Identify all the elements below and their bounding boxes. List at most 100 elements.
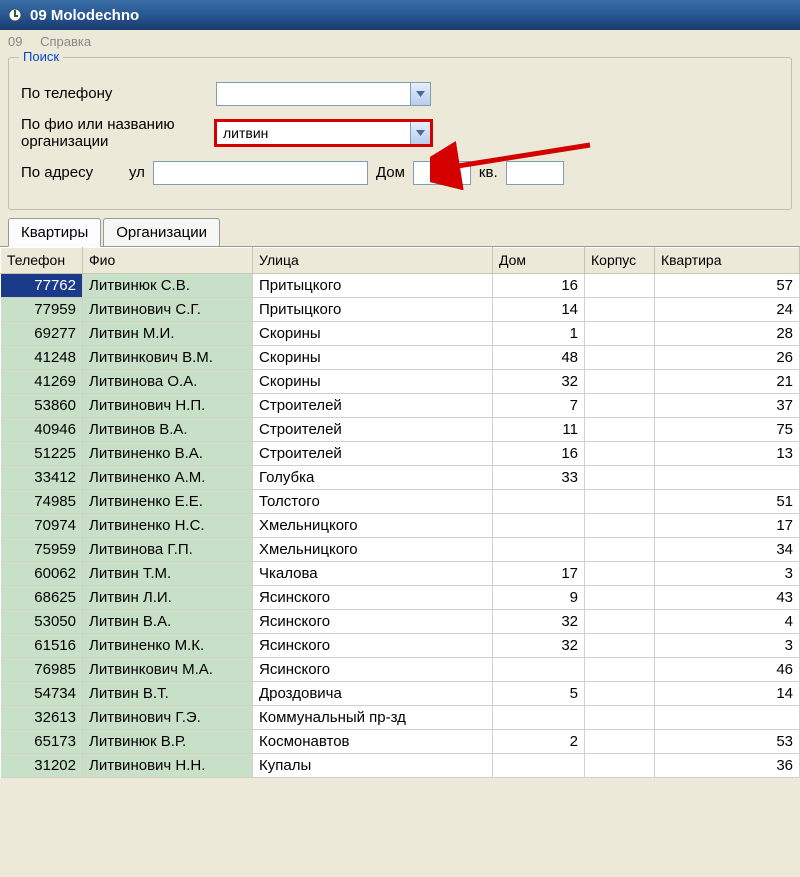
col-street[interactable]: Улица: [253, 247, 493, 273]
cell[interactable]: Литвинов В.А.: [83, 417, 253, 441]
cell[interactable]: [585, 297, 655, 321]
cell[interactable]: [585, 705, 655, 729]
table-row[interactable]: 77959Литвинович С.Г.Притыцкого1424: [1, 297, 800, 321]
table-row[interactable]: 33412Литвиненко А.М.Голубка33: [1, 465, 800, 489]
cell[interactable]: Ясинского: [253, 585, 493, 609]
cell[interactable]: 53860: [1, 393, 83, 417]
cell[interactable]: Литвиненко В.А.: [83, 441, 253, 465]
cell[interactable]: [585, 681, 655, 705]
cell[interactable]: 32613: [1, 705, 83, 729]
input-flat[interactable]: [506, 161, 564, 185]
cell[interactable]: Строителей: [253, 393, 493, 417]
cell[interactable]: [585, 369, 655, 393]
cell[interactable]: Дроздовича: [253, 681, 493, 705]
table-row[interactable]: 60062Литвин Т.М.Чкалова173: [1, 561, 800, 585]
cell[interactable]: 17: [655, 513, 800, 537]
cell[interactable]: [585, 561, 655, 585]
cell[interactable]: [585, 321, 655, 345]
cell[interactable]: [585, 729, 655, 753]
table-row[interactable]: 61516Литвиненко М.К.Ясинского323: [1, 633, 800, 657]
cell[interactable]: 13: [655, 441, 800, 465]
cell[interactable]: Чкалова: [253, 561, 493, 585]
cell[interactable]: 33: [493, 465, 585, 489]
cell[interactable]: [585, 513, 655, 537]
tab-organizations[interactable]: Организации: [103, 218, 220, 246]
cell[interactable]: Литвин М.И.: [83, 321, 253, 345]
cell[interactable]: Литвин В.Т.: [83, 681, 253, 705]
cell[interactable]: 32: [493, 609, 585, 633]
cell[interactable]: 21: [655, 369, 800, 393]
cell[interactable]: Литвиненко Е.Е.: [83, 489, 253, 513]
cell[interactable]: Литвинюк В.Р.: [83, 729, 253, 753]
cell[interactable]: 70974: [1, 513, 83, 537]
cell[interactable]: [585, 441, 655, 465]
table-row[interactable]: 69277Литвин М.И.Скорины128: [1, 321, 800, 345]
cell[interactable]: Литвинкович М.А.: [83, 657, 253, 681]
cell[interactable]: 31202: [1, 753, 83, 777]
cell[interactable]: 54734: [1, 681, 83, 705]
cell[interactable]: Литвиненко А.М.: [83, 465, 253, 489]
cell[interactable]: 32: [493, 633, 585, 657]
table-row[interactable]: 65173Литвинюк В.Р.Космонавтов253: [1, 729, 800, 753]
cell[interactable]: Притыцкого: [253, 273, 493, 297]
cell[interactable]: [585, 465, 655, 489]
table-row[interactable]: 54734Литвин В.Т.Дроздовича514: [1, 681, 800, 705]
cell[interactable]: 61516: [1, 633, 83, 657]
dropdown-phone-btn[interactable]: [410, 83, 430, 105]
cell[interactable]: 46: [655, 657, 800, 681]
cell[interactable]: [585, 489, 655, 513]
table-row[interactable]: 41248Литвинкович В.М.Скорины4826: [1, 345, 800, 369]
cell[interactable]: Толстого: [253, 489, 493, 513]
cell[interactable]: [585, 657, 655, 681]
table-row[interactable]: 31202Литвинович Н.Н.Купалы36: [1, 753, 800, 777]
cell[interactable]: Литвинович Н.П.: [83, 393, 253, 417]
cell[interactable]: Скорины: [253, 321, 493, 345]
cell[interactable]: Коммунальный пр-зд: [253, 705, 493, 729]
cell[interactable]: Литвинова О.А.: [83, 369, 253, 393]
cell[interactable]: [493, 705, 585, 729]
cell[interactable]: [585, 633, 655, 657]
cell[interactable]: [655, 465, 800, 489]
cell[interactable]: 32: [493, 369, 585, 393]
input-street[interactable]: [153, 161, 368, 185]
cell[interactable]: [493, 753, 585, 777]
cell[interactable]: 14: [655, 681, 800, 705]
cell[interactable]: [585, 753, 655, 777]
cell[interactable]: 2: [493, 729, 585, 753]
cell[interactable]: Литвинович Г.Э.: [83, 705, 253, 729]
table-row[interactable]: 53050Литвин В.А.Ясинского324: [1, 609, 800, 633]
cell[interactable]: Ясинского: [253, 609, 493, 633]
cell[interactable]: 36: [655, 753, 800, 777]
cell[interactable]: Литвин Л.И.: [83, 585, 253, 609]
input-house[interactable]: [413, 161, 471, 185]
cell[interactable]: 16: [493, 441, 585, 465]
cell[interactable]: 65173: [1, 729, 83, 753]
cell[interactable]: 51: [655, 489, 800, 513]
col-flat[interactable]: Квартира: [655, 247, 800, 273]
cell[interactable]: 33412: [1, 465, 83, 489]
cell[interactable]: [585, 393, 655, 417]
cell[interactable]: 48: [493, 345, 585, 369]
cell[interactable]: 57: [655, 273, 800, 297]
cell[interactable]: Литвинова Г.П.: [83, 537, 253, 561]
cell[interactable]: Хмельницкого: [253, 513, 493, 537]
table-row[interactable]: 74985Литвиненко Е.Е.Толстого51: [1, 489, 800, 513]
cell[interactable]: 51225: [1, 441, 83, 465]
cell[interactable]: 68625: [1, 585, 83, 609]
cell[interactable]: Космонавтов: [253, 729, 493, 753]
cell[interactable]: Литвинович Н.Н.: [83, 753, 253, 777]
cell[interactable]: 69277: [1, 321, 83, 345]
table-row[interactable]: 51225Литвиненко В.А.Строителей1613: [1, 441, 800, 465]
table-row[interactable]: 41269Литвинова О.А.Скорины3221: [1, 369, 800, 393]
cell[interactable]: Литвин Т.М.: [83, 561, 253, 585]
table-row[interactable]: 53860Литвинович Н.П.Строителей737: [1, 393, 800, 417]
cell[interactable]: Скорины: [253, 345, 493, 369]
cell[interactable]: Ясинского: [253, 657, 493, 681]
cell[interactable]: 11: [493, 417, 585, 441]
cell[interactable]: 28: [655, 321, 800, 345]
menu-help[interactable]: Справка: [40, 34, 91, 49]
cell[interactable]: [655, 705, 800, 729]
cell[interactable]: Литвинкович В.М.: [83, 345, 253, 369]
cell[interactable]: 75959: [1, 537, 83, 561]
cell[interactable]: [493, 513, 585, 537]
